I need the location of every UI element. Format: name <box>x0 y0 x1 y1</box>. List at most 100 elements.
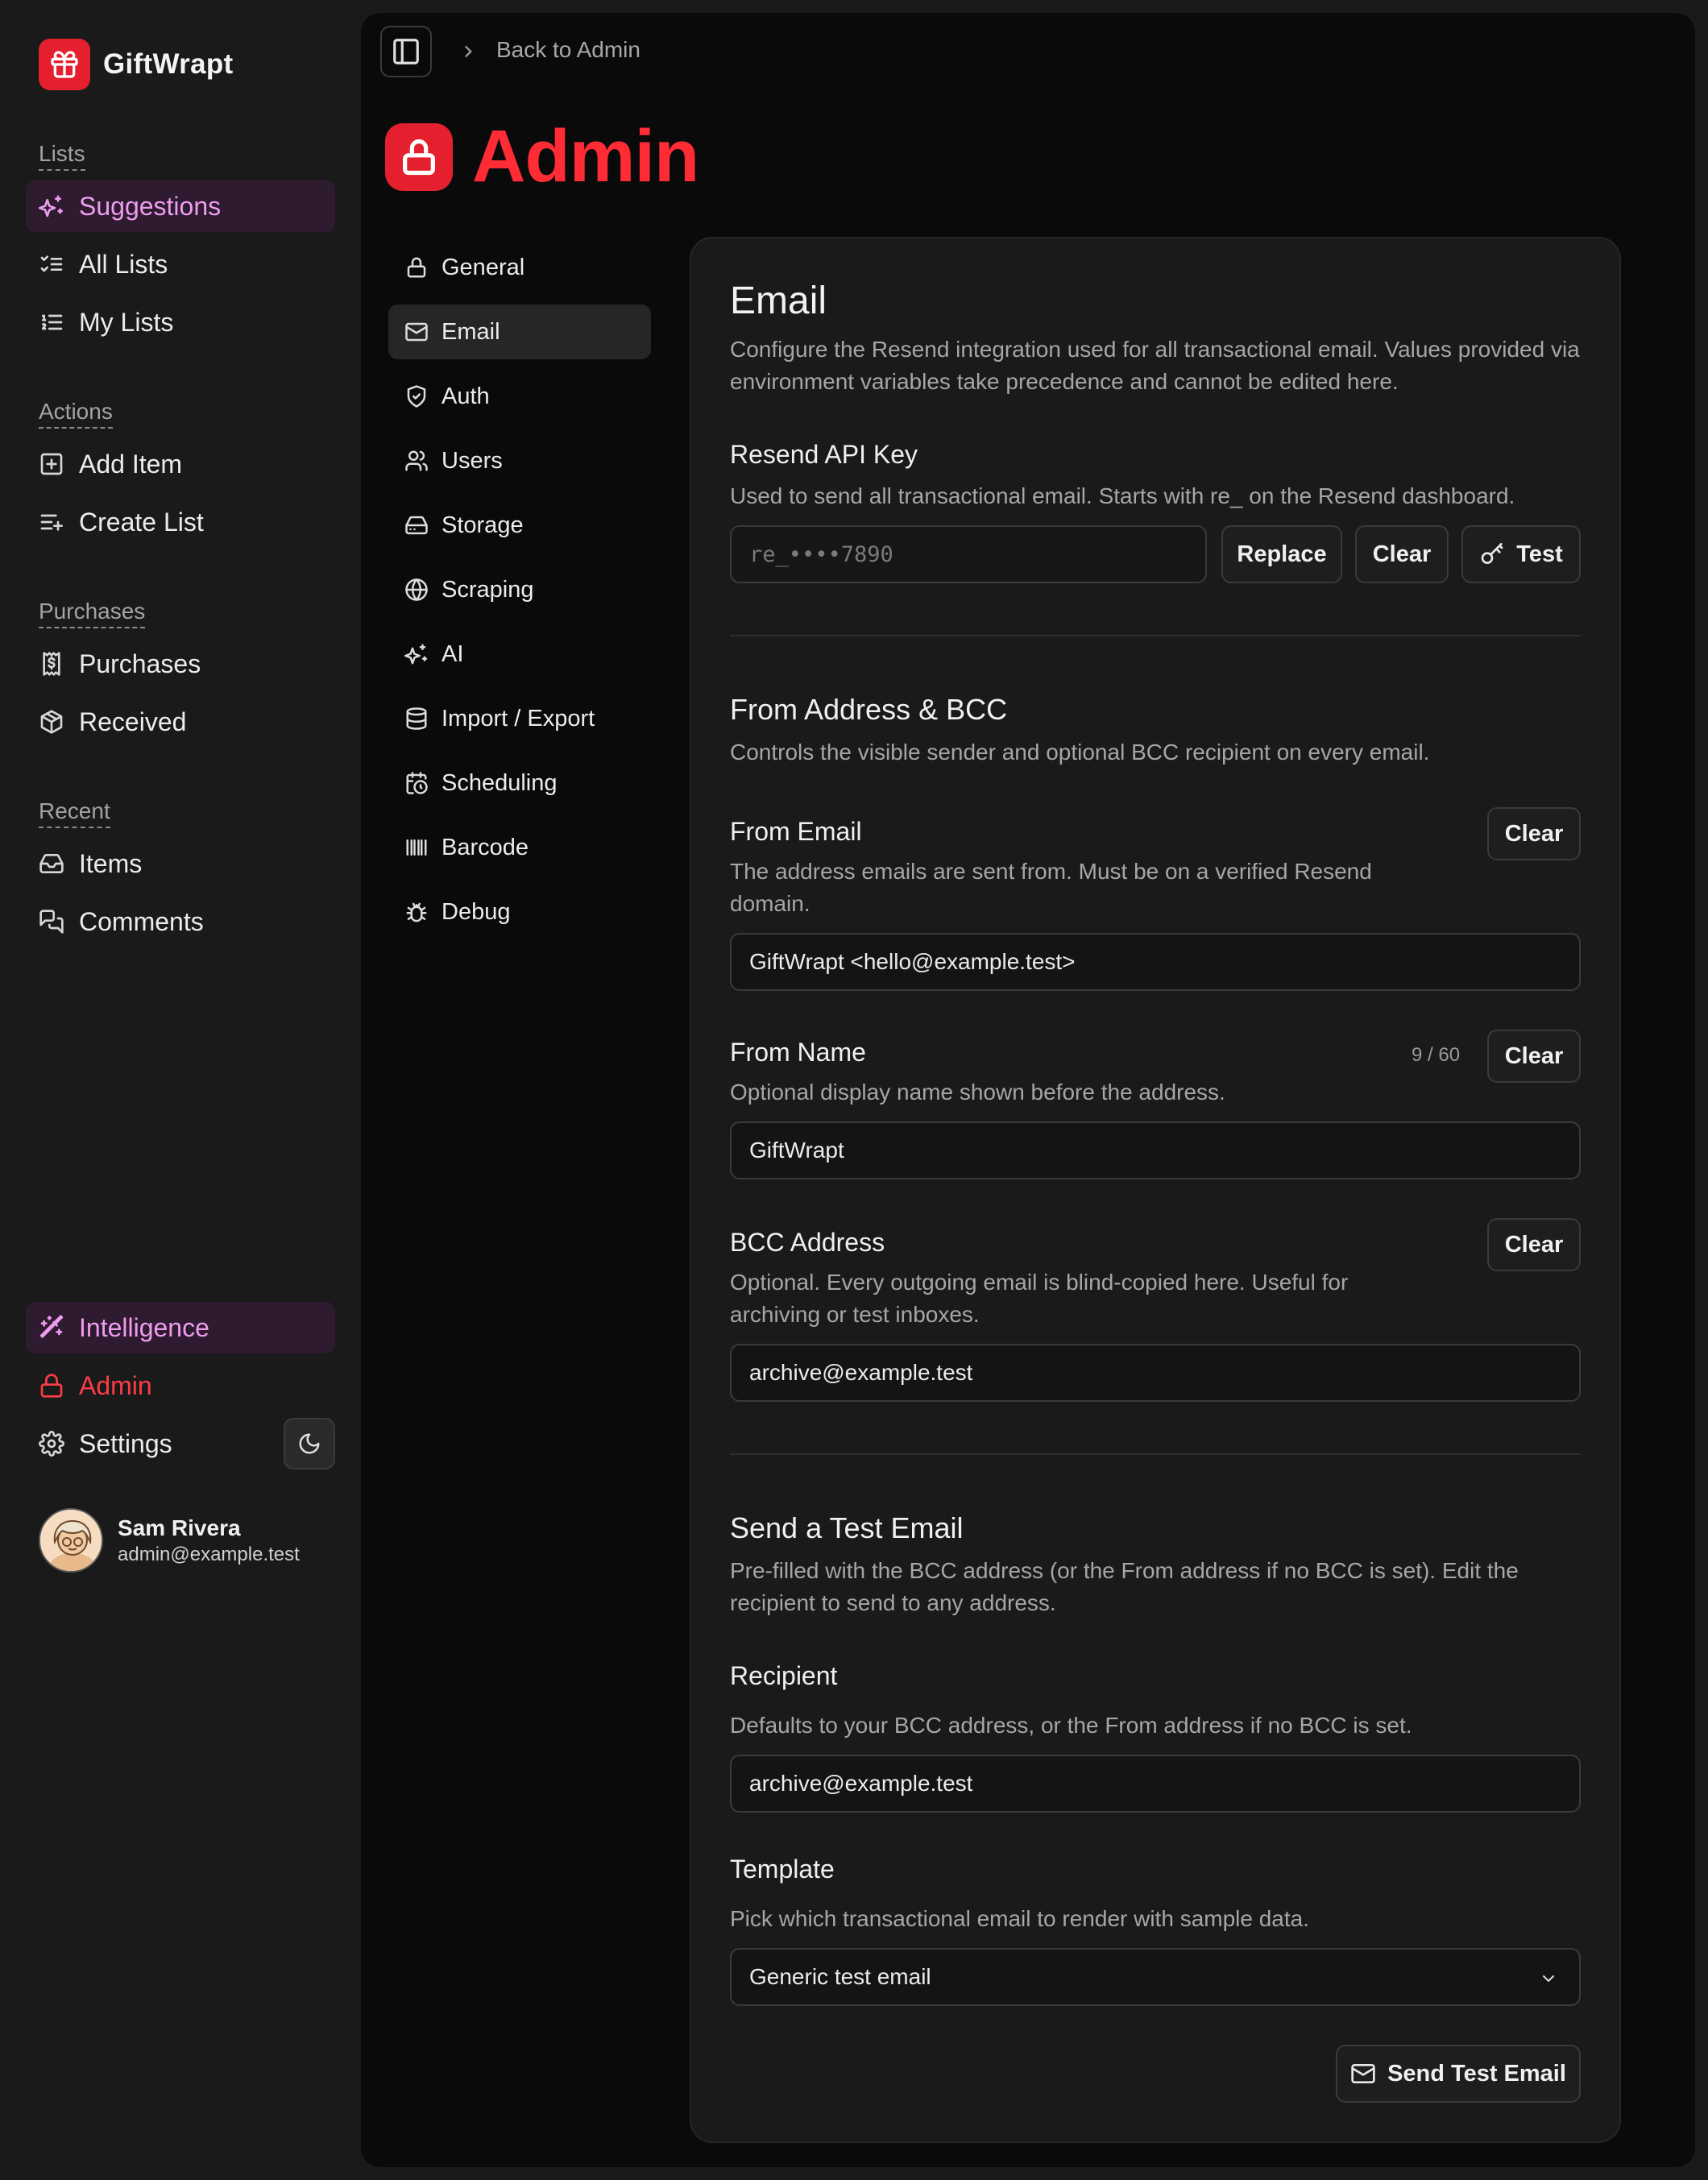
sidebar-item-comments[interactable]: Comments <box>26 896 335 947</box>
test-button-label: Test <box>1516 541 1563 567</box>
sidebar-item-settings[interactable]: Settings <box>26 1418 267 1469</box>
sidebar-item-items[interactable]: Items <box>26 838 335 889</box>
api-key-input[interactable]: re_••••7890 <box>730 525 1207 583</box>
from-email-input[interactable]: GiftWrapt <hello@example.test> <box>730 933 1581 991</box>
send-test-email-button[interactable]: Send Test Email <box>1336 2045 1581 2103</box>
section-divider <box>730 1453 1581 1455</box>
test-api-key-button[interactable]: Test <box>1461 525 1581 583</box>
replace-button[interactable]: Replace <box>1221 525 1342 583</box>
admin-nav-scheduling[interactable]: Scheduling <box>388 756 651 810</box>
sidebar-item-label: Suggestions <box>79 191 222 221</box>
mail-icon <box>1351 2064 1375 2083</box>
sidebar-item-suggestions[interactable]: Suggestions <box>26 180 335 232</box>
group-label-actions: Actions <box>39 398 113 429</box>
clear-from-email-button[interactable]: Clear <box>1487 807 1581 860</box>
lock-icon <box>40 1374 63 1398</box>
sidebar-item-label: Add Item <box>79 449 183 479</box>
user-email: admin@example.test <box>118 1544 300 1565</box>
barcode-icon <box>406 839 427 856</box>
bcc-input[interactable]: archive@example.test <box>730 1344 1581 1402</box>
user-menu[interactable]: Sam Rivera admin@example.test <box>39 1508 300 1573</box>
toggle-sidebar-button[interactable] <box>380 26 432 77</box>
sidebar-item-label: Intelligence <box>79 1312 209 1342</box>
test-section-title: Send a Test Email <box>730 1511 964 1544</box>
sparkles-icon <box>39 195 63 218</box>
sidebar-item-label: Comments <box>79 906 204 936</box>
admin-nav-barcode[interactable]: Barcode <box>388 820 651 875</box>
sidebar-item-all-lists[interactable]: All Lists <box>26 238 335 290</box>
sidebar-item-label: Settings <box>79 1428 172 1458</box>
admin-nav-label: Email <box>442 318 500 345</box>
send-test-email-label: Send Test Email <box>1387 2060 1566 2087</box>
brand-name: GiftWrapt <box>103 48 234 80</box>
admin-nav-label: Barcode <box>442 834 529 860</box>
from-section-title: From Address & BCC <box>730 693 1008 726</box>
sidebar-item-label: Items <box>79 848 143 878</box>
from-name-char-counter: 9 / 60 <box>1412 1044 1461 1066</box>
card-description: Configure the Resend integration used fo… <box>730 337 1580 394</box>
page-header: Admin <box>385 114 699 199</box>
sidebar-item-label: Create List <box>79 507 204 537</box>
shield-check-icon <box>407 385 426 408</box>
sidebar-item-create-list[interactable]: Create List <box>26 496 335 548</box>
admin-nav-label: AI <box>442 640 464 667</box>
sidebar-item-admin[interactable]: Admin <box>26 1360 335 1411</box>
template-label: Template <box>730 1855 835 1884</box>
admin-nav-import-export[interactable]: Import / Export <box>388 691 651 746</box>
inbox-icon <box>39 854 64 873</box>
sidebar: GiftWrapt Lists Suggestions All Lists My… <box>0 0 361 2180</box>
group-label-lists: Lists <box>39 140 85 171</box>
admin-nav-debug[interactable]: Debug <box>388 885 651 939</box>
sidebar-item-intelligence[interactable]: Intelligence <box>26 1302 335 1353</box>
recipient-input[interactable]: archive@example.test <box>730 1755 1581 1813</box>
from-section-description: Controls the visible sender and optional… <box>730 740 1430 765</box>
list-ordered-icon <box>42 314 63 330</box>
chevron-down-icon <box>1543 1975 1554 1982</box>
from-email-label: From Email <box>730 817 862 846</box>
admin-nav-general[interactable]: General <box>388 240 651 295</box>
calendar-clock-icon <box>406 772 428 794</box>
gear-icon <box>39 1431 64 1457</box>
template-select[interactable]: Generic test email <box>730 1948 1581 2006</box>
plus-square-icon <box>40 453 63 475</box>
from-name-label: From Name <box>730 1038 866 1067</box>
sparkles-icon <box>404 644 428 665</box>
recipient-description: Defaults to your BCC address, or the Fro… <box>730 1713 1412 1738</box>
bug-icon <box>406 902 427 922</box>
sidebar-item-add-item[interactable]: Add Item <box>26 438 335 490</box>
list-plus-icon <box>40 514 63 531</box>
chevron-right-icon <box>465 46 472 58</box>
gift-icon <box>39 39 90 90</box>
admin-nav-auth[interactable]: Auth <box>388 369 651 424</box>
sidebar-item-received[interactable]: Received <box>26 696 335 748</box>
panel-left-icon <box>393 39 419 64</box>
admin-nav-label: Scraping <box>442 576 534 603</box>
lock-icon <box>385 122 453 191</box>
admin-nav-storage[interactable]: Storage <box>388 498 651 553</box>
clear-api-key-button[interactable]: Clear <box>1355 525 1449 583</box>
clear-bcc-button[interactable]: Clear <box>1487 1218 1581 1271</box>
key-icon <box>1481 543 1503 564</box>
admin-nav-scraping[interactable]: Scraping <box>388 562 651 617</box>
database-icon <box>406 707 427 730</box>
wand-icon <box>39 1315 64 1338</box>
from-email-description: The address emails are sent from. Must b… <box>730 859 1372 916</box>
from-name-input[interactable]: GiftWrapt <box>730 1121 1581 1179</box>
admin-nav-ai[interactable]: AI <box>388 627 651 682</box>
sidebar-item-purchases[interactable]: Purchases <box>26 638 335 690</box>
sidebar-item-my-lists[interactable]: My Lists <box>26 296 335 348</box>
clear-from-name-button[interactable]: Clear <box>1487 1030 1581 1083</box>
list-checks-icon <box>40 255 63 272</box>
template-description: Pick which transactional email to render… <box>730 1906 1310 1931</box>
user-name: Sam Rivera <box>118 1515 241 1540</box>
admin-nav-email[interactable]: Email <box>388 305 651 359</box>
theme-toggle-button[interactable] <box>284 1418 335 1469</box>
sidebar-item-label: Admin <box>79 1370 152 1400</box>
admin-nav-users[interactable]: Users <box>388 433 651 488</box>
brand[interactable]: GiftWrapt <box>39 39 233 90</box>
breadcrumb-back-link[interactable]: Back to Admin <box>496 37 640 63</box>
mail-icon <box>405 322 428 342</box>
bcc-description: Optional. Every outgoing email is blind-… <box>730 1270 1349 1327</box>
template-selected-value: Generic test email <box>749 1964 931 1989</box>
avatar <box>39 1508 103 1573</box>
